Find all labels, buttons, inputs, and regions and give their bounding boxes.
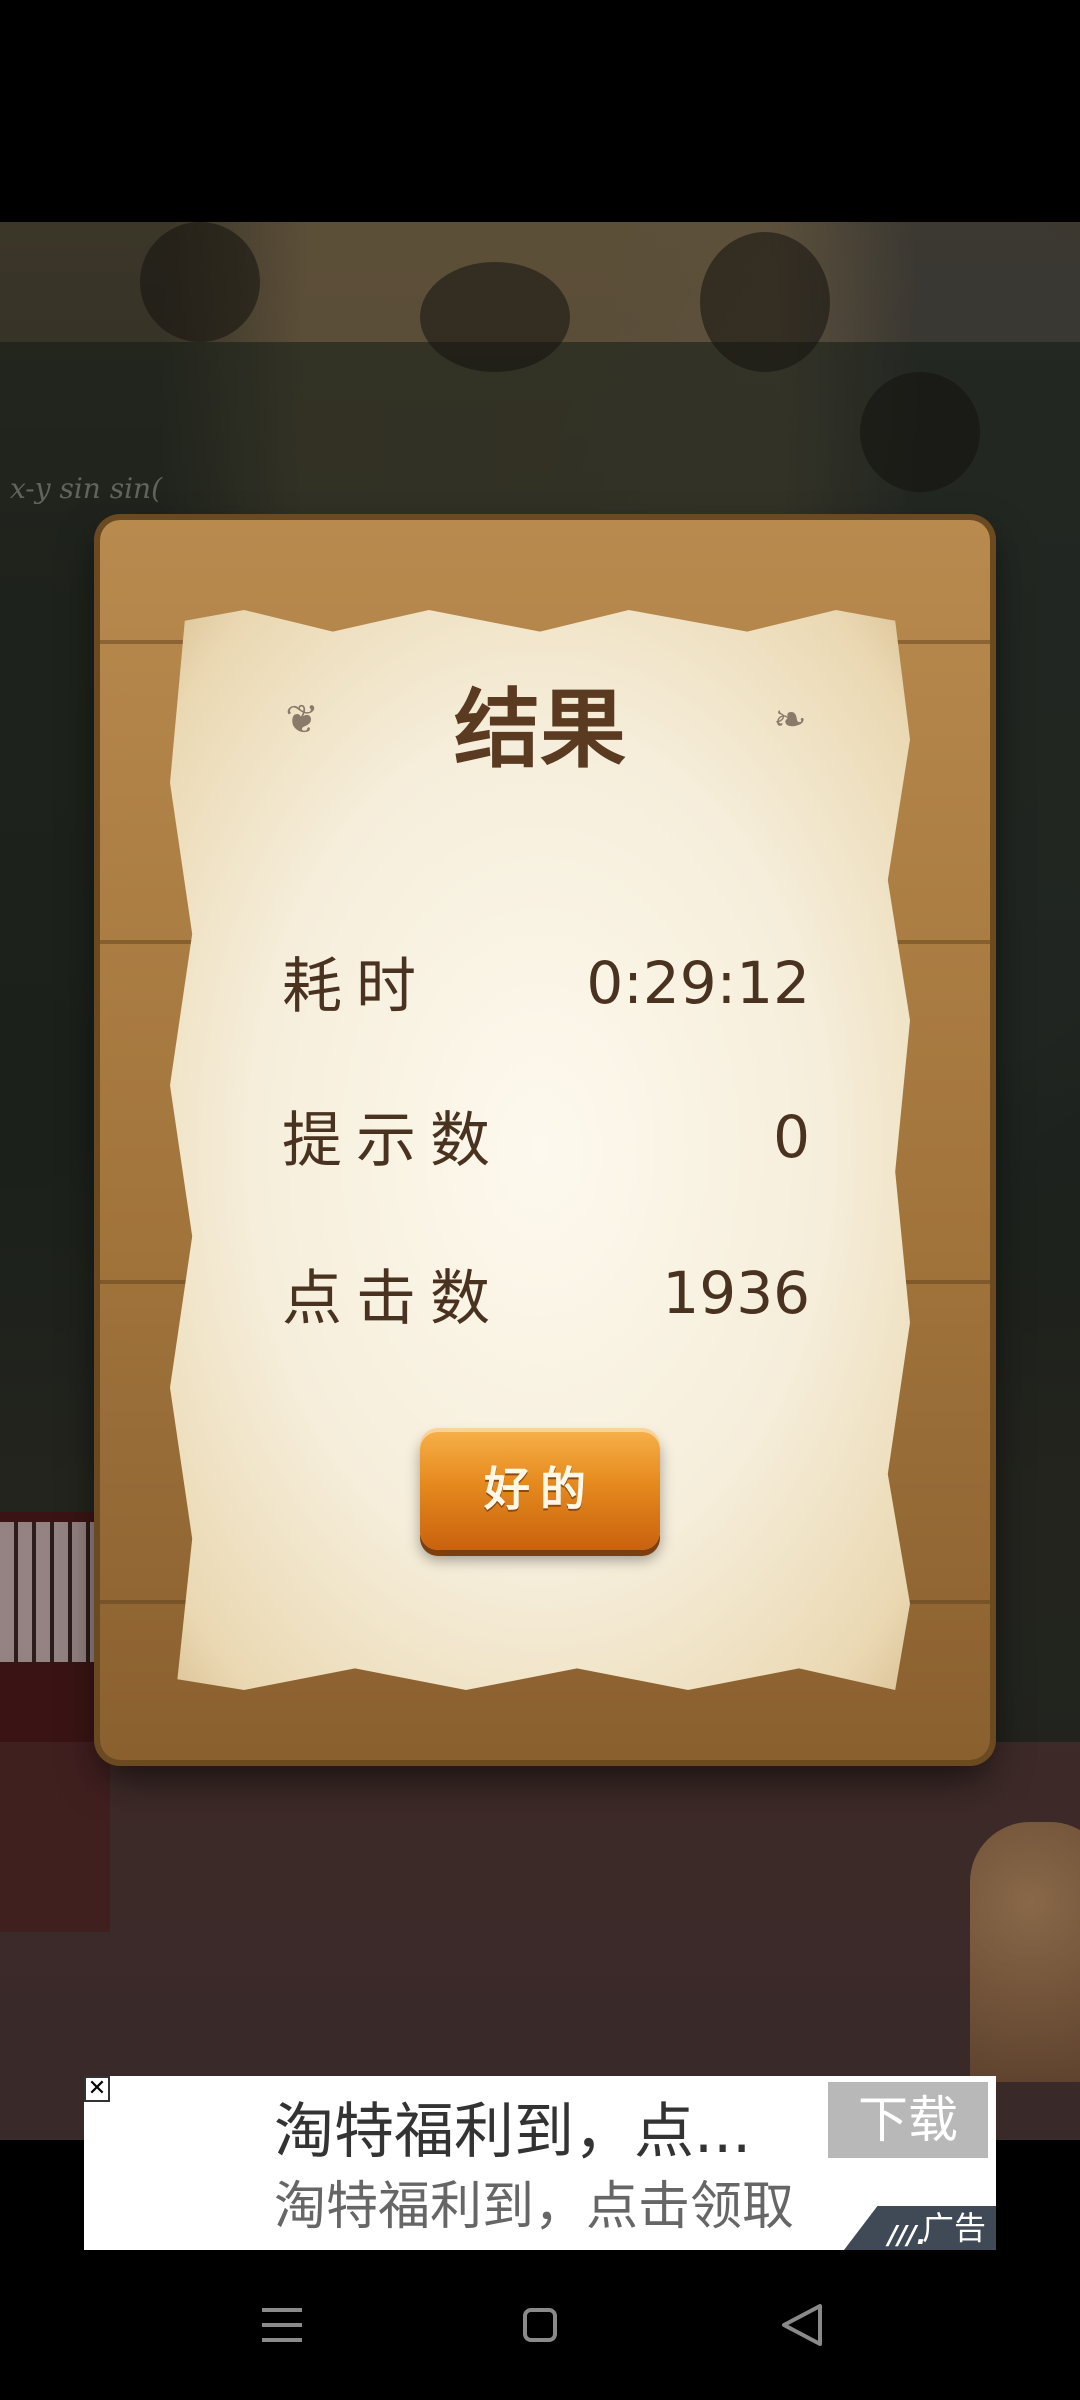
ad-subtitle[interactable]: 淘特福利到，点击领取: [274, 2174, 834, 2240]
ad-banner[interactable]: ✕ 淘特福利到，点... 淘特福利到，点击领取 下载 ///. 广告: [84, 2076, 996, 2250]
left-flourish-icon: ❦: [285, 697, 319, 743]
back-icon[interactable]: [768, 2290, 838, 2360]
status-area: [0, 0, 1080, 222]
ok-button[interactable]: 好的: [420, 1428, 660, 1550]
dialog-title: 结果: [454, 680, 626, 780]
dog: [970, 1822, 1080, 2082]
right-flourish-icon: ❧: [773, 697, 807, 743]
leopard-spot: [700, 232, 830, 372]
ad-tag-label: 广告: [921, 2209, 986, 2247]
clicks-label: 点击数: [282, 1264, 504, 1334]
ad-title[interactable]: 淘特福利到，点...: [274, 2092, 834, 2172]
hints-value: 0: [773, 1103, 810, 1171]
leopard-spot: [420, 262, 570, 372]
ad-download-button[interactable]: 下载: [828, 2082, 988, 2158]
hints-label: 提示数: [282, 1106, 504, 1176]
leopard-spot: [860, 372, 980, 492]
menu-icon[interactable]: [248, 2290, 318, 2360]
time-label: 耗时: [282, 952, 430, 1022]
piano-keys: [0, 1522, 110, 1662]
time-value: 0:29:12: [586, 949, 810, 1017]
ad-close-icon[interactable]: ✕: [84, 2076, 110, 2102]
clicks-value: 1936: [662, 1259, 810, 1327]
chalk-formula: x-y sin sin(: [10, 472, 163, 505]
navigation-bar: [0, 2250, 1080, 2400]
home-icon[interactable]: [505, 2290, 575, 2360]
leopard-spot: [140, 222, 260, 342]
ad-tag: ///. 广告: [844, 2206, 996, 2250]
